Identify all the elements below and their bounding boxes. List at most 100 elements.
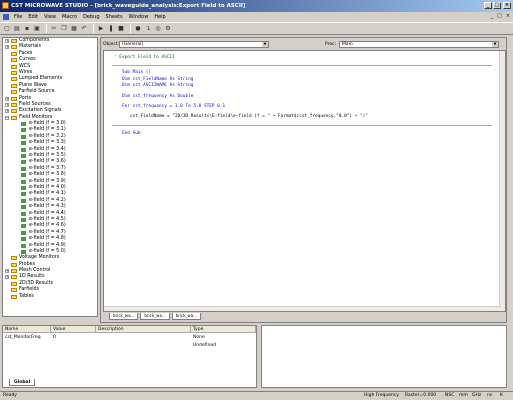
- column-name[interactable]: Name: [3, 326, 51, 333]
- folder-icon: [11, 96, 17, 101]
- menu-file[interactable]: File: [11, 14, 25, 20]
- chevron-down-icon: ▼: [492, 42, 498, 47]
- watch-grid-header: Name Value Description Type: [3, 326, 256, 333]
- menu-window[interactable]: Window: [126, 14, 152, 20]
- output-panel[interactable]: [261, 325, 507, 388]
- navigation-tree: + Components + Materials Faces Curves WCS Wires…: [2, 37, 98, 317]
- status-mode: High Frequency: [364, 393, 400, 398]
- expand-icon[interactable]: +: [5, 45, 9, 50]
- folder-icon: [11, 45, 17, 50]
- field-monitor-icon: [21, 185, 26, 190]
- menu-view[interactable]: View: [41, 14, 59, 20]
- expand-icon[interactable]: +: [5, 275, 9, 280]
- collapse-icon[interactable]: −: [5, 115, 9, 120]
- print-icon[interactable]: ▣: [33, 25, 41, 33]
- document-tab[interactable]: brick_wa...: [109, 313, 139, 320]
- copy-icon[interactable]: ❐: [60, 25, 68, 33]
- folder-icon: [11, 83, 17, 88]
- procedure-divider: [112, 125, 492, 126]
- field-monitor-icon: [21, 192, 26, 197]
- vertical-scrollbar[interactable]: [499, 51, 505, 311]
- document-tabs: brick_wa... brick_wa... brick_wa...: [103, 313, 506, 321]
- minimize-button[interactable]: _: [484, 2, 492, 9]
- status-unit-nsc: NSC: [445, 393, 455, 398]
- window-title: CST MICROWAVE STUDIO - [brick_waveguide_…: [11, 3, 246, 9]
- save-icon[interactable]: ▪: [23, 25, 31, 33]
- mdi-minimize-button[interactable]: _: [490, 13, 495, 19]
- editor-header: Object: (General) ▼ Proc: Main ▼: [103, 40, 506, 49]
- mdi-close-button[interactable]: ×: [505, 13, 511, 19]
- field-monitor-icon: [21, 211, 26, 216]
- run-icon[interactable]: ▶: [97, 25, 105, 33]
- code-for-loop: For cst_frequency = 3.0 To 5.0 STEP 0.1: [122, 104, 226, 109]
- expand-icon[interactable]: +: [5, 109, 9, 114]
- toolbar: ▢ ▤ ▪ ▣ ✂ ❐ ▦ ↶ ▶ ❚ ■ ● ↴ ◎ ⚙: [0, 22, 513, 35]
- tree-item-label: Tables: [19, 293, 34, 299]
- new-icon[interactable]: ▢: [3, 25, 11, 33]
- menu-help[interactable]: Help: [151, 14, 168, 20]
- column-type[interactable]: Type: [191, 326, 256, 333]
- expand-icon[interactable]: +: [5, 96, 9, 101]
- code-area[interactable]: ' Export Field to ASCII Sub Main () Dim …: [103, 50, 506, 312]
- field-monitor-icon: [21, 147, 26, 152]
- folder-icon: [11, 294, 17, 299]
- open-icon[interactable]: ▤: [13, 25, 21, 33]
- table-row[interactable]: cst_MonitorFreq 0 None: [3, 334, 256, 341]
- toolbar-separator: [93, 24, 94, 33]
- cell-value: [51, 342, 96, 349]
- expand-icon[interactable]: +: [5, 269, 9, 274]
- watch-panel: Name Value Description Type cst_MonitorF…: [2, 325, 257, 388]
- breakpoint-icon[interactable]: ●: [134, 25, 142, 33]
- code-end-sub: End Sub: [122, 131, 141, 136]
- horizontal-scrollbar[interactable]: [104, 306, 501, 311]
- cell-name: cst_MonitorFreq: [5, 335, 41, 340]
- undo-icon[interactable]: ↶: [80, 25, 88, 33]
- column-value[interactable]: Value: [51, 326, 96, 333]
- menu-debug[interactable]: Debug: [80, 14, 102, 20]
- menu-macro[interactable]: Macro: [59, 14, 80, 20]
- proc-select[interactable]: Main ▼: [339, 41, 499, 48]
- cut-icon[interactable]: ✂: [50, 25, 58, 33]
- table-row[interactable]: Undefined: [3, 342, 256, 349]
- folder-icon: [11, 269, 17, 274]
- maximize-button[interactable]: □: [493, 2, 501, 9]
- field-monitor-icon: [21, 205, 26, 210]
- status-raster: Raster=0.000: [405, 393, 437, 398]
- cell-value: 0: [53, 335, 56, 340]
- status-text: Ready: [3, 393, 17, 398]
- tab-global[interactable]: Global: [9, 379, 36, 386]
- cell-type: None: [193, 335, 205, 340]
- stop-icon[interactable]: ■: [117, 25, 125, 33]
- column-description[interactable]: Description: [96, 326, 191, 333]
- app-icon: [2, 2, 9, 9]
- object-label: Object:: [103, 42, 120, 47]
- menu-edit[interactable]: Edit: [25, 14, 41, 20]
- menu-bar: File Edit View Macro Debug Sheets Window…: [0, 12, 513, 22]
- document-tab[interactable]: brick_wa...: [140, 313, 170, 320]
- code-dim-frequency: Dim cst_frequency As Double: [122, 94, 194, 99]
- close-button[interactable]: ×: [503, 2, 511, 9]
- toolbar-separator: [130, 24, 131, 33]
- document-icon[interactable]: [3, 14, 9, 20]
- document-tab[interactable]: brick_wa...: [171, 313, 202, 320]
- status-unit-temperature: K: [500, 393, 503, 398]
- browse-icon[interactable]: ⚙: [164, 25, 172, 33]
- expand-icon[interactable]: +: [5, 39, 9, 43]
- pause-icon[interactable]: ❚: [107, 25, 115, 33]
- code-dim-asciiname: Dim cst_ASCIINAME As String: [122, 83, 194, 88]
- folder-icon: [11, 64, 17, 69]
- mdi-restore-button[interactable]: □: [496, 13, 503, 19]
- watch-icon[interactable]: ◎: [154, 25, 162, 33]
- object-select[interactable]: (General) ▼: [119, 41, 269, 48]
- title-bar: CST MICROWAVE STUDIO - [brick_waveguide_…: [0, 0, 513, 12]
- code-dim-fieldname: Dim cst_FieldName As String: [122, 77, 194, 82]
- mdi-controls: _ □ ×: [490, 13, 511, 19]
- paste-icon[interactable]: ▦: [70, 25, 78, 33]
- code-comment: ' Export Field to ASCII: [114, 55, 175, 60]
- step-icon[interactable]: ↴: [144, 25, 152, 33]
- menu-sheets[interactable]: Sheets: [103, 14, 126, 20]
- folder-icon: [11, 288, 17, 293]
- field-monitor-icon: [21, 237, 26, 242]
- tree-item[interactable]: Tables: [3, 294, 97, 300]
- expand-icon[interactable]: +: [5, 102, 9, 107]
